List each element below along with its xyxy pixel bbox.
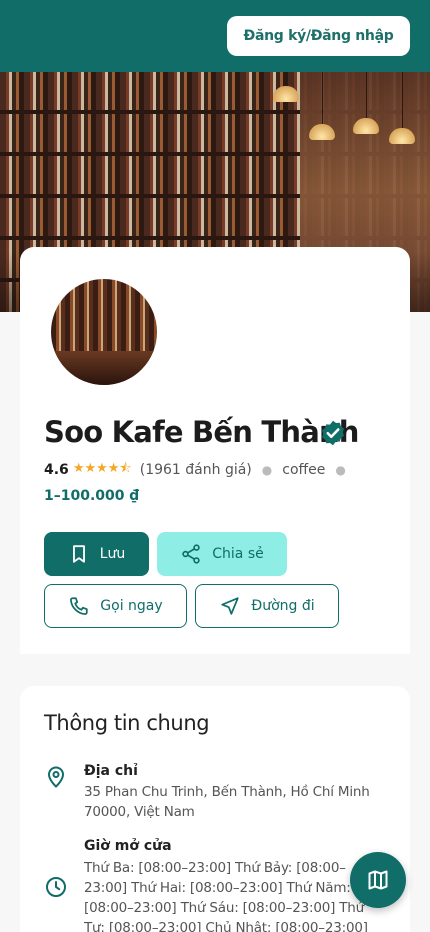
place-card: Soo Kafe Bến Thành 4.6 ★★★★⯪ (1961 đánh … xyxy=(20,247,410,654)
navigation-icon xyxy=(221,597,240,615)
rating-value: 4.6 xyxy=(44,462,69,478)
verified-badge-icon xyxy=(322,420,344,446)
directions-button[interactable]: Đường đi xyxy=(195,584,339,628)
review-count[interactable]: (1961 đánh giá) xyxy=(140,462,252,478)
price-range: 1–100.000 ₫ xyxy=(44,488,140,504)
call-button-label: Gọi ngay xyxy=(100,598,163,614)
category-tag[interactable]: coffee xyxy=(282,462,325,478)
location-pin-icon xyxy=(47,766,65,788)
phone-icon xyxy=(70,597,88,615)
map-icon xyxy=(368,870,388,890)
top-header: Đăng ký/Đăng nhập xyxy=(0,0,430,72)
save-button-label: Lưu xyxy=(99,546,126,562)
login-register-button[interactable]: Đăng ký/Đăng nhập xyxy=(227,16,410,56)
rating-row: 4.6 ★★★★⯪ (1961 đánh giá) ● coffee ● xyxy=(44,460,356,480)
separator-dot: ● xyxy=(261,463,273,477)
separator-dot: ● xyxy=(335,463,346,477)
place-name: Soo Kafe Bến Thành xyxy=(44,415,359,449)
share-button-label: Chia sẻ xyxy=(212,546,264,562)
share-icon xyxy=(182,544,200,564)
save-button[interactable]: Lưu xyxy=(44,532,149,576)
place-avatar xyxy=(48,276,160,388)
map-view-button[interactable] xyxy=(350,852,406,908)
share-button[interactable]: Chia sẻ xyxy=(157,532,287,576)
address-text[interactable]: 35 Phan Chu Trinh, Bến Thành, Hồ Chí Min… xyxy=(84,782,384,822)
general-info-title: Thông tin chung xyxy=(44,711,210,735)
hours-text: Thứ Ba: [08:00–23:00] Thứ Bảy: [08:00–23… xyxy=(84,860,368,932)
directions-button-label: Đường đi xyxy=(251,598,315,614)
call-button[interactable]: Gọi ngay xyxy=(44,584,187,628)
hours-label: Giờ mở cửa xyxy=(84,838,172,854)
address-label: Địa chỉ xyxy=(84,763,138,779)
general-info-card: Thông tin chung Địa chỉ 35 Phan Chu Trin… xyxy=(20,686,410,932)
bookmark-icon xyxy=(72,545,85,563)
rating-stars: ★★★★⯪ xyxy=(72,461,132,476)
clock-icon xyxy=(46,877,66,897)
